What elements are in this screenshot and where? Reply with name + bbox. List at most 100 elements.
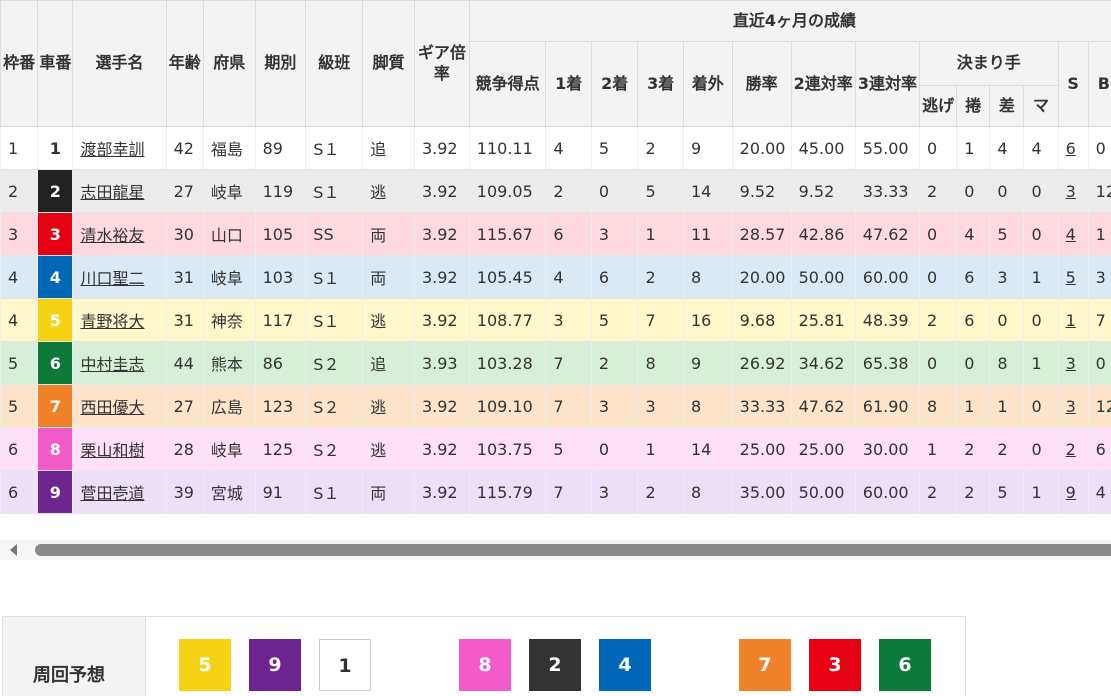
pref-cell: 広島	[202, 384, 256, 428]
gear-cell: 3.93	[413, 341, 470, 385]
age-cell: 42	[165, 126, 204, 170]
mark-cell: 0	[1023, 384, 1059, 428]
gear-cell: 3.92	[413, 126, 470, 170]
nige-cell: 2	[918, 470, 957, 514]
style-cell: 逃	[362, 298, 415, 342]
car-number-badge: 6	[37, 341, 73, 385]
third-cell: 2	[637, 255, 684, 299]
car-number-badge: 5	[37, 298, 73, 342]
class-cell: S２	[305, 384, 363, 428]
header-pref: 府県	[202, 0, 256, 127]
third-cell: 8	[637, 341, 684, 385]
header-sashi: 差	[989, 85, 1025, 127]
header-recent: 直近4ヶ月の成績	[468, 0, 1111, 42]
class-cell: S１	[305, 126, 363, 170]
s-count-link[interactable]: 5	[1066, 268, 1076, 287]
car-number-badge: 4	[37, 255, 73, 299]
win-cell: 20.00	[731, 126, 792, 170]
makuri-cell: 2	[956, 427, 990, 471]
table-row: 6 8 栗山和樹 28 岐阜 125 S２ 逃 3.92 103.75 5 0 1 14 25.00 25.0…	[0, 427, 1111, 471]
entry-table-body: 1 1 渡部幸訓 42 福島 89 S１ 追 3.92 110.11 4 5 2 9 20.00 45.00 5…	[0, 126, 1111, 514]
class-cell: SS	[305, 212, 363, 256]
nige-cell: 2	[918, 169, 957, 213]
nige-cell: 8	[918, 384, 957, 428]
style-cell: 逃	[362, 384, 415, 428]
b-cell: 6	[1087, 427, 1111, 471]
first-cell: 2	[545, 169, 592, 213]
out-cell: 8	[683, 470, 733, 514]
r2-cell: 34.62	[790, 341, 856, 385]
waku-cell: 4	[0, 255, 38, 299]
nige-cell: 2	[918, 298, 957, 342]
race-entry-page: 枠番 車番 選手名 年齢 府県 期別 級班 脚質 ギア倍率 直近4ヶ月の成績 競…	[0, 0, 1111, 696]
sashi-cell: 3	[989, 255, 1024, 299]
s-count-cell: 1	[1057, 298, 1089, 342]
table-row: 1 1 渡部幸訓 42 福島 89 S１ 追 3.92 110.11 4 5 2 9 20.00 45.00 5…	[0, 126, 1111, 170]
win-cell: 26.92	[731, 341, 792, 385]
rider-name-cell: 志田龍星	[72, 169, 167, 213]
win-cell: 9.52	[731, 169, 792, 213]
header-out: 着外	[683, 41, 733, 127]
s-count-link[interactable]: 6	[1066, 139, 1076, 158]
second-cell: 5	[590, 298, 638, 342]
mark-cell: 4	[1023, 126, 1059, 170]
horizontal-scrollbar[interactable]	[0, 540, 1111, 560]
first-cell: 7	[545, 384, 592, 428]
forecast-car-box: 7	[739, 639, 791, 691]
car-number-badge: 8	[37, 427, 73, 471]
forecast-car-box: 3	[809, 639, 861, 691]
nige-cell: 1	[918, 427, 957, 471]
b-cell: 7	[1087, 298, 1111, 342]
rider-name-link[interactable]: 清水裕友	[80, 226, 144, 245]
rider-name-link[interactable]: 西田優大	[80, 398, 144, 417]
third-cell: 3	[637, 384, 684, 428]
forecast-car-box: 2	[529, 639, 581, 691]
style-cell: 両	[362, 212, 415, 256]
header-b: B	[1087, 41, 1111, 127]
third-cell: 2	[637, 470, 684, 514]
rider-name-link[interactable]: 中村圭志	[80, 355, 144, 374]
header-third: 3着	[637, 41, 684, 127]
rider-name-link[interactable]: 志田龍星	[80, 183, 144, 202]
s-count-link[interactable]: 2	[1066, 440, 1076, 459]
rider-name-cell: 西田優大	[72, 384, 167, 428]
r3-cell: 48.39	[854, 298, 920, 342]
age-cell: 30	[165, 212, 204, 256]
class-cell: S１	[305, 255, 363, 299]
rider-name-link[interactable]: 菅田壱道	[80, 484, 144, 503]
s-count-link[interactable]: 9	[1066, 483, 1076, 502]
b-cell: 12	[1087, 384, 1111, 428]
rider-name-link[interactable]: 栗山和樹	[80, 441, 144, 460]
rider-name-link[interactable]: 渡部幸訓	[80, 140, 144, 159]
term-cell: 91	[254, 470, 306, 514]
scroll-left-arrow-icon[interactable]	[10, 544, 17, 556]
gear-cell: 3.92	[413, 427, 470, 471]
rider-name-link[interactable]: 青野将大	[80, 312, 144, 331]
out-cell: 8	[683, 384, 733, 428]
score-cell: 103.75	[468, 427, 546, 471]
score-cell: 110.11	[468, 126, 546, 170]
first-cell: 5	[545, 427, 592, 471]
makuri-cell: 6	[956, 255, 990, 299]
header-first: 1着	[545, 41, 592, 127]
second-cell: 3	[590, 212, 638, 256]
s-count-link[interactable]: 1	[1066, 311, 1076, 330]
s-count-link[interactable]: 3	[1066, 354, 1076, 373]
scrollbar-thumb[interactable]	[35, 544, 1111, 556]
s-count-link[interactable]: 3	[1066, 182, 1076, 201]
sashi-cell: 8	[989, 341, 1024, 385]
makuri-cell: 1	[956, 126, 990, 170]
s-count-link[interactable]: 3	[1066, 397, 1076, 416]
r2-cell: 50.00	[790, 255, 856, 299]
r3-cell: 55.00	[854, 126, 920, 170]
score-cell: 115.79	[468, 470, 546, 514]
rider-name-link[interactable]: 川口聖二	[80, 269, 144, 288]
age-cell: 28	[165, 427, 204, 471]
term-cell: 86	[254, 341, 306, 385]
r3-cell: 47.62	[854, 212, 920, 256]
entry-table: 枠番 車番 選手名 年齢 府県 期別 級班 脚質 ギア倍率 直近4ヶ月の成績 競…	[0, 0, 1111, 514]
s-count-link[interactable]: 4	[1066, 225, 1076, 244]
first-cell: 3	[545, 298, 592, 342]
first-cell: 6	[545, 212, 592, 256]
header-mark: マ	[1023, 85, 1059, 127]
